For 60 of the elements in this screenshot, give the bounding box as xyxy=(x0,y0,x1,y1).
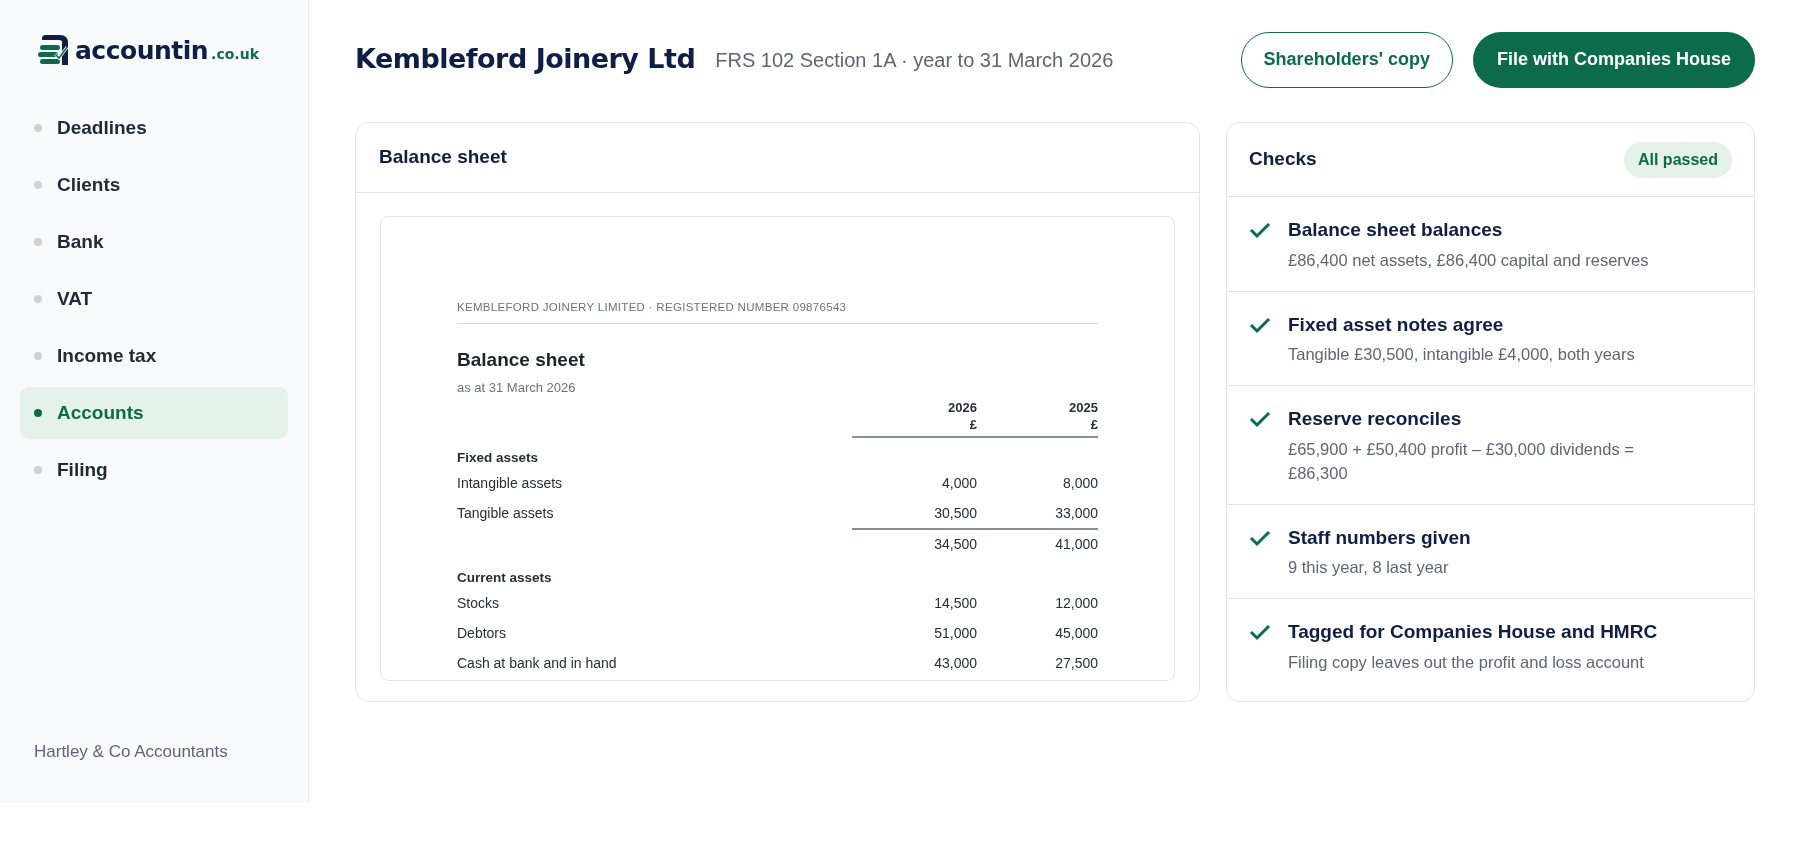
amount: 4,000 xyxy=(941,473,977,493)
sidebar-item[interactable]: Bank xyxy=(20,216,288,268)
section-heading: Current assets xyxy=(457,568,552,587)
bullet-icon xyxy=(34,295,42,303)
row-label: Cash at bank and in hand xyxy=(457,653,617,673)
brand-name: accountin xyxy=(75,37,209,63)
check-title: Fixed asset notes agree xyxy=(1288,312,1505,337)
check-detail: Filing copy leaves out the profit and loss account xyxy=(1288,651,1645,673)
bullet-icon xyxy=(34,352,42,360)
amount: 14,500 xyxy=(934,593,977,613)
card-title: Checks xyxy=(1249,147,1317,172)
shareholders-copy-button[interactable]: Shareholders' copy xyxy=(1240,31,1453,88)
amount: 51,000 xyxy=(934,623,977,643)
section-heading: Fixed assets xyxy=(457,448,539,467)
row-label: Tangible assets xyxy=(457,503,554,523)
document-date: as at 31 March 2026 xyxy=(457,378,577,397)
amount: 34,500 xyxy=(934,534,977,554)
page-subtitle: FRS 102 Section 1A · year to 31 March 2026 xyxy=(715,47,1114,73)
sidebar-item[interactable]: Accounts xyxy=(20,387,288,439)
amount: 45,000 xyxy=(1055,623,1098,643)
check-detail: £86,400 net assets, £86,400 capital and reserves xyxy=(1288,249,1649,271)
amount: 8,000 xyxy=(1062,473,1098,493)
sidebar-item[interactable]: VAT xyxy=(20,273,288,325)
amount: 30,500 xyxy=(934,503,977,523)
bullet-icon xyxy=(34,181,42,189)
company-line: KEMBLEFORD JOINERY LIMITED · REGISTERED NUMBER 09876543 xyxy=(457,299,1098,325)
currency-unit: £ xyxy=(1090,416,1098,434)
document-title: Balance sheet xyxy=(457,348,586,373)
sidebar-item[interactable]: Clients xyxy=(20,159,288,211)
bullet-icon xyxy=(34,466,42,474)
amount: 27,500 xyxy=(1055,653,1098,673)
check-title: Reserve reconciles xyxy=(1288,407,1463,431)
currency-unit: £ xyxy=(969,416,977,434)
amount: 43,000 xyxy=(934,653,977,673)
firm-name: Hartley & Co Accountants xyxy=(33,740,229,763)
sidebar-item[interactable]: Income tax xyxy=(20,330,288,382)
sidebar-item[interactable]: Deadlines xyxy=(20,102,288,154)
bullet-icon xyxy=(34,238,42,246)
check-title: Staff numbers given xyxy=(1288,525,1471,550)
check-title: Tagged for Companies House and HMRC xyxy=(1288,620,1658,644)
check-detail: Tangible £30,500, intangible £4,000, both years xyxy=(1288,344,1635,365)
amount: 33,000 xyxy=(1055,503,1098,523)
bullet-icon xyxy=(34,409,42,417)
check-title: Balance sheet balances xyxy=(1288,218,1504,242)
row-label: Stocks xyxy=(457,593,499,613)
column-year: 2025 xyxy=(1069,399,1098,417)
file-button[interactable]: File with Companies House xyxy=(1472,31,1755,88)
column-year: 2026 xyxy=(948,399,977,417)
amount: 41,000 xyxy=(1055,534,1098,554)
check-detail: 9 this year, 8 last year xyxy=(1288,557,1450,578)
card-title: Balance sheet xyxy=(356,123,1199,193)
row-label: Intangible assets xyxy=(457,473,563,493)
bullet-icon xyxy=(34,124,42,132)
status-badge: All passed xyxy=(1623,141,1732,178)
check-detail: £65,900 + £50,400 profit – £30,000 dividends = £86,300 xyxy=(1288,438,1635,484)
amount: 12,000 xyxy=(1055,593,1098,613)
sidebar-item[interactable]: Filing xyxy=(20,444,288,496)
row-label: Debtors xyxy=(457,623,507,643)
page-title: Kembleford Joinery Ltd xyxy=(355,42,696,77)
brand-suffix: .co.uk xyxy=(211,47,259,61)
